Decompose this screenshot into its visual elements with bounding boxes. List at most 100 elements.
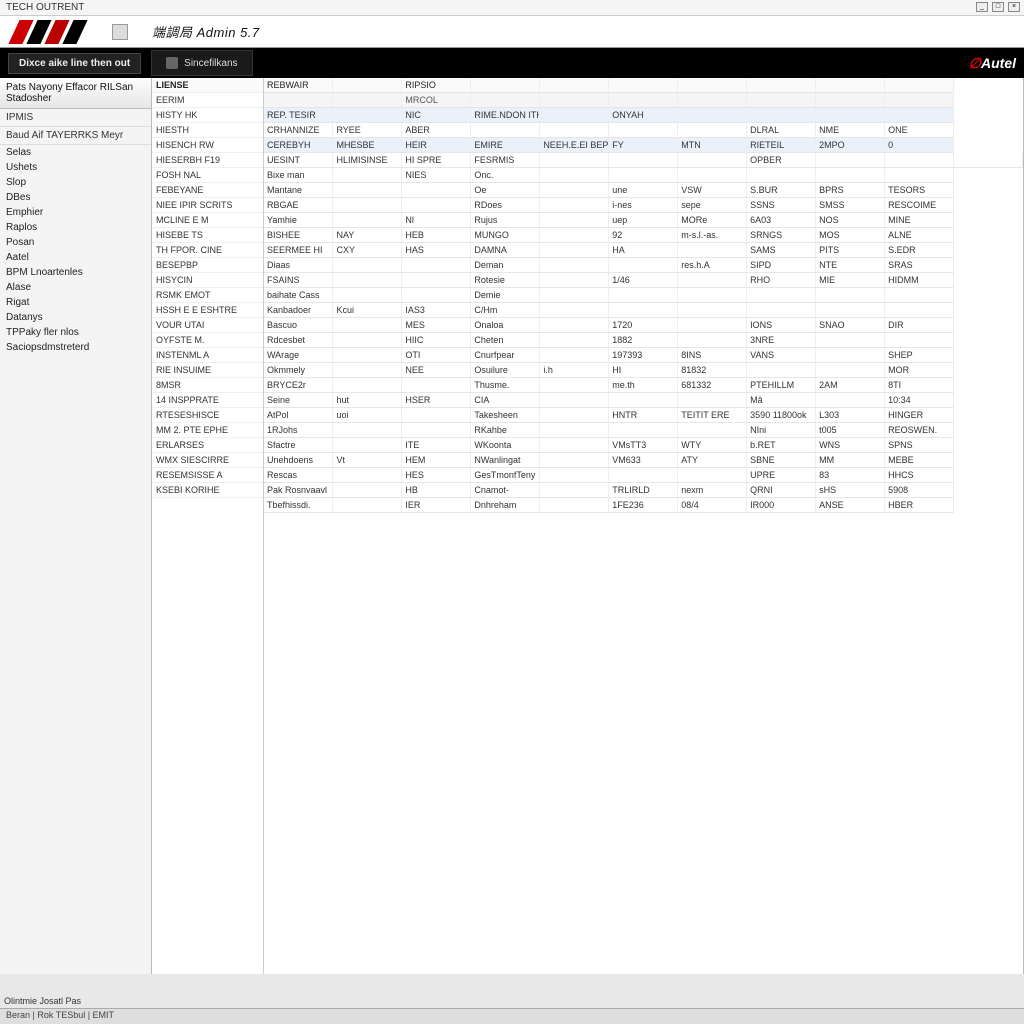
left-list-item[interactable]: RTESESHISCE bbox=[152, 408, 263, 423]
left-list-item[interactable]: HSSH E E ESHTRE bbox=[152, 303, 263, 318]
left-list-item[interactable]: RESEMSISSE A bbox=[152, 468, 263, 483]
left-list-item[interactable]: HISEBE TS bbox=[152, 228, 263, 243]
sidebar-sub-baud[interactable]: Baud Aif TAYERRKS Meyr bbox=[0, 127, 151, 145]
table-row[interactable]: FSAINSRotesie1/46RHOMIEHIDMM bbox=[264, 273, 1023, 288]
grid-column-header[interactable] bbox=[471, 78, 540, 93]
left-list-item[interactable]: HIESERBH F19 bbox=[152, 153, 263, 168]
sidebar-item-1[interactable]: Ushets bbox=[0, 160, 151, 175]
table-row[interactable]: 1RJohsRKahbeNInit005REOSWEN. bbox=[264, 423, 1023, 438]
grid-cell bbox=[540, 438, 609, 453]
left-list-item[interactable]: HIESTH bbox=[152, 123, 263, 138]
left-list-item[interactable]: 8MSR bbox=[152, 378, 263, 393]
left-list-item[interactable]: MCLINE E M bbox=[152, 213, 263, 228]
table-row[interactable]: YamhieNlRujusuepMORe6A03NOSMINE bbox=[264, 213, 1023, 228]
topbar-left-button[interactable]: Dixce aike line then out bbox=[8, 53, 141, 74]
table-row[interactable]: Tbefhissdi.IERDnhreham1FE23608/4IR000ANS… bbox=[264, 498, 1023, 513]
sidebar-item-0[interactable]: Selas bbox=[0, 145, 151, 160]
grid-column-header[interactable] bbox=[747, 78, 816, 93]
table-row[interactable]: Pak RosnvaavlHBCnamot-TRLIRLDnexmQRNIsHS… bbox=[264, 483, 1023, 498]
grid-column-header[interactable] bbox=[609, 78, 678, 93]
table-row[interactable]: RdcesbetHIICCheten18823NRE bbox=[264, 333, 1023, 348]
sidebar-item-3[interactable]: DBes bbox=[0, 190, 151, 205]
table-row[interactable]: BISHEENAYHEBMUNGO92m-s.l.-as.SRNGSMOSALN… bbox=[264, 228, 1023, 243]
sidebar-item-11[interactable]: Datanys bbox=[0, 310, 151, 325]
left-list-item[interactable]: 14 INSPPRATE bbox=[152, 393, 263, 408]
left-list-item[interactable]: VOUR UTAI bbox=[152, 318, 263, 333]
sidebar-item-9[interactable]: Alase bbox=[0, 280, 151, 295]
table-row[interactable]: REP. TESIRNICRIME.NDON ITHE BEEONYAH bbox=[264, 108, 1023, 123]
table-row[interactable]: CRHANNIZERYEEABERDLRALNMEONE bbox=[264, 123, 1023, 138]
left-list-item[interactable]: HISYCIN bbox=[152, 273, 263, 288]
sidebar-item-10[interactable]: Rigat bbox=[0, 295, 151, 310]
left-list-item[interactable]: ERLARSES bbox=[152, 438, 263, 453]
table-row[interactable]: BRYCE2rThusme.me.th681332PTEHILLM2AM8TI bbox=[264, 378, 1023, 393]
grid-cell: Kanbadoer bbox=[264, 303, 333, 318]
left-list-item[interactable]: WMX SIESCIRRE bbox=[152, 453, 263, 468]
sidebar-item-6[interactable]: Posan bbox=[0, 235, 151, 250]
grid-cell: baihate Cass bbox=[264, 288, 333, 303]
table-row[interactable]: OkmmelyNEEOsuilurei.hHI81832MOR bbox=[264, 363, 1023, 378]
left-list-item[interactable]: OYFSTE M. bbox=[152, 333, 263, 348]
grid-cell: Nl bbox=[402, 213, 471, 228]
table-row[interactable]: WArageOTICnurfpear1973938INSVANSSHEP bbox=[264, 348, 1023, 363]
left-list-item[interactable]: FOSH NAL bbox=[152, 168, 263, 183]
table-row[interactable]: RescasHESGesTmonfTenyUPRE83HHCS bbox=[264, 468, 1023, 483]
grid-cell bbox=[402, 288, 471, 303]
sidebar-item-7[interactable]: Aatel bbox=[0, 250, 151, 265]
grid-column-header[interactable]: RIPSIO bbox=[402, 78, 471, 93]
table-row[interactable]: KanbadoerKcuiIAS3C/Hm bbox=[264, 303, 1023, 318]
table-row[interactable]: UESINTHLIMISINSEHI SPREFESRMISOPBER bbox=[264, 153, 1023, 168]
grid-cell: 5908 bbox=[885, 483, 954, 498]
minimize-button[interactable]: _ bbox=[976, 2, 988, 12]
grid-cell: 83 bbox=[816, 468, 885, 483]
grid-cell: Takesheen bbox=[471, 408, 540, 423]
table-row[interactable]: MantaneOeuneVSWS.BURBPRSTESORS bbox=[264, 183, 1023, 198]
table-row[interactable]: RBGAERDoesi-nessepeSSNSSMSSRESCOIME bbox=[264, 198, 1023, 213]
grid-cell: 1/46 bbox=[609, 273, 678, 288]
close-button[interactable]: × bbox=[1008, 2, 1020, 12]
grid-cell: 0 bbox=[885, 138, 954, 153]
table-row[interactable]: Bixe manNIESOnc. bbox=[264, 168, 1023, 183]
table-row[interactable]: baihate CassDemie bbox=[264, 288, 1023, 303]
left-list-item[interactable]: MM 2. PTE EPHE bbox=[152, 423, 263, 438]
maximize-button[interactable]: □ bbox=[992, 2, 1004, 12]
grid-cell bbox=[333, 438, 402, 453]
grid-column-header[interactable] bbox=[678, 78, 747, 93]
left-list-item[interactable]: RSMK EMOT bbox=[152, 288, 263, 303]
grid-column-header[interactable] bbox=[333, 78, 402, 93]
table-row[interactable]: AtPoluoiTakesheenHNTRTEITIT ERE3590 1180… bbox=[264, 408, 1023, 423]
grid-column-header[interactable] bbox=[540, 78, 609, 93]
left-list-item[interactable]: HISTY HK bbox=[152, 108, 263, 123]
left-list-item[interactable]: FEBEYANE bbox=[152, 183, 263, 198]
grid-column-header[interactable] bbox=[885, 78, 954, 93]
topbar-tab[interactable]: Sincefilkans bbox=[151, 50, 252, 76]
grid-column-header[interactable]: REBWAIR bbox=[264, 78, 333, 93]
left-list-item[interactable]: NIEE IPIR SCRITS bbox=[152, 198, 263, 213]
table-row[interactable]: CEREBYHMHESBEHEIREMIRENEEH.E.EI BEPEFYMT… bbox=[264, 138, 1023, 153]
sidebar-item-13[interactable]: Saciopsdmstreterd bbox=[0, 340, 151, 355]
left-list-item[interactable]: BESEPBP bbox=[152, 258, 263, 273]
left-list-item[interactable]: EERIM bbox=[152, 93, 263, 108]
left-list-item[interactable]: KSEBI KORIHE bbox=[152, 483, 263, 498]
grid-column-header[interactable] bbox=[816, 78, 885, 93]
table-row[interactable]: SEERMEE HICXYHASDAMNAHASAMSPITSS.EDR bbox=[264, 243, 1023, 258]
sidebar-sub-ipmis[interactable]: IPMIS bbox=[0, 109, 151, 127]
table-row[interactable]: SfactreITEWKoontaVMsTT3WTYb.RETWNSSPNS bbox=[264, 438, 1023, 453]
table-row[interactable]: SeinehutHSERCIAMâ10:34 bbox=[264, 393, 1023, 408]
footer-text: Olintmie Josatl Pas bbox=[4, 996, 81, 1006]
sidebar-item-4[interactable]: Emphier bbox=[0, 205, 151, 220]
left-list-item[interactable]: INSTENML A bbox=[152, 348, 263, 363]
sidebar-item-2[interactable]: Slop bbox=[0, 175, 151, 190]
sidebar-item-5[interactable]: Raplos bbox=[0, 220, 151, 235]
table-row[interactable]: UnehdoensVtHEMNWanlingatVM633ATYSBNEMMME… bbox=[264, 453, 1023, 468]
grid-cell bbox=[540, 483, 609, 498]
sidebar-item-8[interactable]: BPM Lnoartenles bbox=[0, 265, 151, 280]
left-list-item[interactable]: TH FPOR. CINE bbox=[152, 243, 263, 258]
sidebar-item-12[interactable]: TPPaky fler nlos bbox=[0, 325, 151, 340]
sidebar-header: Pats Nayony Effacor RILSan Stadosher bbox=[0, 78, 151, 109]
table-row[interactable]: BascuoMESOnaloa1720IONSSNAODIR bbox=[264, 318, 1023, 333]
left-list-item[interactable]: HISENCH RW bbox=[152, 138, 263, 153]
left-list-item[interactable]: RIE INSUIME bbox=[152, 363, 263, 378]
grid-cell bbox=[816, 153, 885, 168]
table-row[interactable]: DiaasDemanres.h.ASIPDNTESRAS bbox=[264, 258, 1023, 273]
